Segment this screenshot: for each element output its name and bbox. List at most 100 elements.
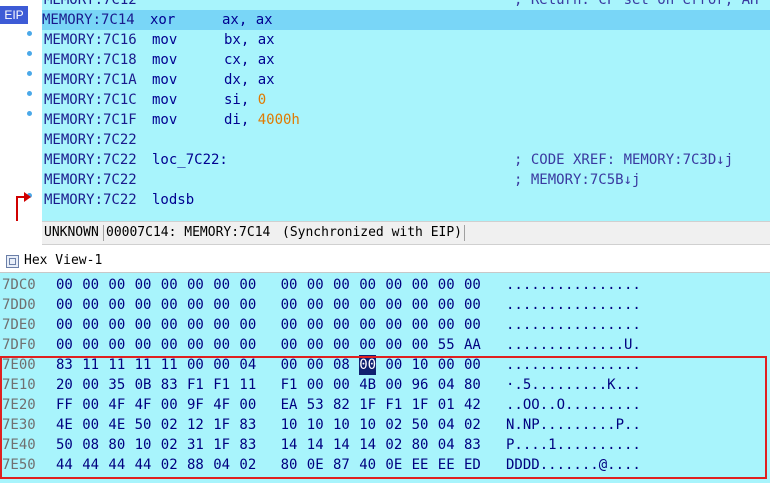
hex-byte[interactable]: 00: [359, 295, 376, 315]
disasm-line[interactable]: MEMORY:7C22: [44, 130, 768, 150]
hex-byte[interactable]: 00: [281, 295, 298, 315]
hex-byte[interactable]: ED: [464, 455, 481, 475]
hex-byte[interactable]: 88: [187, 455, 204, 475]
hex-ascii[interactable]: DDDD.......@....: [506, 455, 641, 475]
hex-byte[interactable]: 00: [412, 315, 429, 335]
hex-byte[interactable]: 00: [385, 355, 402, 375]
hex-byte[interactable]: 80: [412, 435, 429, 455]
hex-byte[interactable]: 83: [161, 375, 178, 395]
hex-byte[interactable]: 4F: [135, 395, 152, 415]
hex-byte[interactable]: 4F: [213, 395, 230, 415]
hex-byte[interactable]: 00: [187, 335, 204, 355]
hex-byte[interactable]: 10: [135, 435, 152, 455]
hex-row[interactable]: 7E00 83 11 11 11 11 00 00 04 00 00 08 00 00 10 00 00....…: [0, 355, 770, 375]
hex-byte[interactable]: 10: [359, 415, 376, 435]
hex-byte[interactable]: 00: [464, 295, 481, 315]
hex-byte[interactable]: 11: [161, 355, 178, 375]
disasm-line-partial[interactable]: MEMORY:7C12 ; Return: CF set on error, A…: [44, 0, 768, 10]
hex-byte[interactable]: 44: [56, 455, 73, 475]
disasm-line[interactable]: MEMORY:7C1F mov di, 4000h: [44, 110, 768, 130]
hex-byte[interactable]: 00: [307, 355, 324, 375]
hex-byte[interactable]: 00: [359, 355, 377, 375]
hex-byte[interactable]: 04: [438, 415, 455, 435]
hex-byte[interactable]: 10: [412, 355, 429, 375]
hex-byte[interactable]: F1: [213, 375, 230, 395]
hex-byte[interactable]: 02: [385, 435, 402, 455]
hex-byte[interactable]: 08: [333, 355, 350, 375]
disassembly-view[interactable]: EIP MEMORY:7C12 ; Return: CF set on erro…: [0, 0, 770, 221]
hex-byte[interactable]: 00: [412, 295, 429, 315]
hex-ascii[interactable]: P....1..........: [506, 435, 641, 455]
hex-byte[interactable]: 00: [135, 275, 152, 295]
hex-byte[interactable]: 00: [161, 395, 178, 415]
hex-byte[interactable]: 00: [135, 295, 152, 315]
hex-byte[interactable]: 00: [281, 275, 298, 295]
hex-byte[interactable]: 14: [307, 435, 324, 455]
disasm-line[interactable]: MEMORY:7C22 ; MEMORY:7C5B↓j: [44, 170, 768, 190]
disasm-line[interactable]: MEMORY:7C16 mov bx, ax: [44, 30, 768, 50]
hex-byte[interactable]: 10: [333, 415, 350, 435]
hex-byte[interactable]: 4B: [359, 375, 376, 395]
hex-byte[interactable]: 00: [108, 295, 125, 315]
hex-byte[interactable]: 10: [307, 415, 324, 435]
hex-byte[interactable]: 50: [135, 415, 152, 435]
hex-byte[interactable]: 00: [464, 355, 481, 375]
hex-byte[interactable]: 0E: [307, 455, 324, 475]
hex-byte[interactable]: 4E: [108, 415, 125, 435]
hex-byte[interactable]: 12: [187, 415, 204, 435]
hex-byte[interactable]: 44: [135, 455, 152, 475]
hex-byte[interactable]: 00: [239, 275, 256, 295]
hex-byte[interactable]: 31: [187, 435, 204, 455]
hex-byte[interactable]: 00: [187, 315, 204, 335]
hex-byte[interactable]: 4F: [108, 395, 125, 415]
disasm-line[interactable]: MEMORY:7C14 xor ax, ax: [42, 10, 770, 30]
hex-byte[interactable]: 00: [56, 295, 73, 315]
hex-byte[interactable]: 00: [239, 295, 256, 315]
hex-ascii[interactable]: ................: [506, 315, 641, 335]
hex-byte[interactable]: 11: [108, 355, 125, 375]
hex-byte[interactable]: FF: [56, 395, 73, 415]
hex-byte[interactable]: 00: [385, 295, 402, 315]
hex-byte[interactable]: 00: [281, 355, 298, 375]
hex-byte[interactable]: 14: [359, 435, 376, 455]
hex-byte[interactable]: 00: [82, 295, 99, 315]
hex-byte[interactable]: 00: [438, 295, 455, 315]
hex-byte[interactable]: 00: [135, 315, 152, 335]
hex-byte[interactable]: 00: [385, 375, 402, 395]
hex-ascii[interactable]: ·.5.........K...: [506, 375, 641, 395]
hex-byte[interactable]: 00: [438, 355, 455, 375]
hex-byte[interactable]: 00: [239, 315, 256, 335]
breakpoint-dot-icon[interactable]: [27, 31, 32, 36]
hex-byte[interactable]: 55: [438, 335, 455, 355]
hex-byte[interactable]: 00: [333, 315, 350, 335]
hex-byte[interactable]: 96: [412, 375, 429, 395]
hex-row[interactable]: 7E40 50 08 80 10 02 31 1F 83 14 14 14 14 02 80 04 83 P...…: [0, 435, 770, 455]
hex-byte[interactable]: 02: [239, 455, 256, 475]
hex-byte[interactable]: 11: [82, 355, 99, 375]
hex-byte[interactable]: 00: [412, 335, 429, 355]
hex-byte[interactable]: 53: [307, 395, 324, 415]
hex-byte[interactable]: EA: [281, 395, 298, 415]
hex-byte[interactable]: 10: [281, 415, 298, 435]
hex-byte[interactable]: 44: [108, 455, 125, 475]
hex-byte[interactable]: 00: [412, 275, 429, 295]
hex-byte[interactable]: 04: [239, 355, 256, 375]
hex-byte[interactable]: 00: [213, 315, 230, 335]
hex-byte[interactable]: F1: [281, 375, 298, 395]
hex-byte[interactable]: 00: [307, 275, 324, 295]
hex-byte[interactable]: 00: [239, 335, 256, 355]
hex-byte[interactable]: 00: [281, 335, 298, 355]
hex-byte[interactable]: 00: [213, 335, 230, 355]
hex-byte[interactable]: 08: [82, 435, 99, 455]
hex-byte[interactable]: 00: [333, 335, 350, 355]
hex-byte[interactable]: 02: [161, 455, 178, 475]
breakpoint-gutter[interactable]: EIP: [0, 0, 42, 221]
hex-byte[interactable]: 00: [82, 375, 99, 395]
hex-byte[interactable]: 00: [56, 315, 73, 335]
hex-byte[interactable]: 00: [108, 315, 125, 335]
hex-ascii[interactable]: ................: [506, 295, 641, 315]
hex-byte[interactable]: 00: [213, 355, 230, 375]
hex-byte[interactable]: 80: [108, 435, 125, 455]
hex-row[interactable]: 7DF0 00 00 00 00 00 00 00 00 00 00 00 00 00 00 55 AA....…: [0, 335, 770, 355]
hex-byte[interactable]: 00: [359, 335, 376, 355]
